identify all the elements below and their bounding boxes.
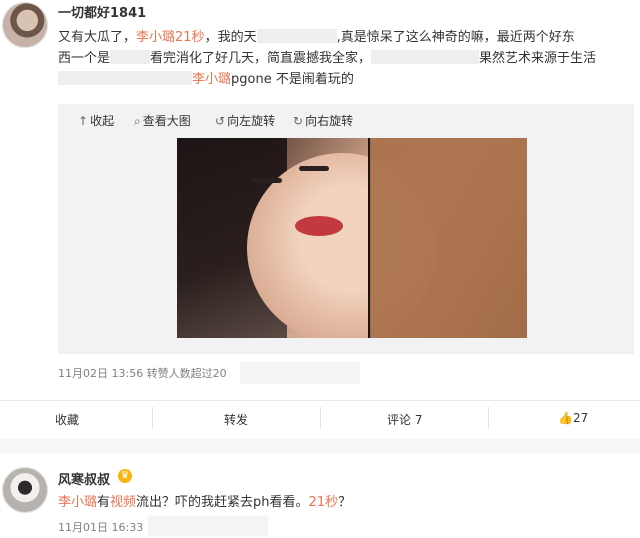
member-badge-icon: ♛ (118, 469, 132, 483)
rotate-right-label: 向右旋转 (305, 114, 354, 128)
post-text-segment: ，我的天 (204, 30, 257, 45)
highlight-link[interactable]: 李小璐 (58, 495, 97, 510)
redacted-block (256, 29, 337, 43)
comment-text-segment: 有 (97, 495, 111, 510)
divider (320, 407, 321, 429)
comment-text-segment: ？ (338, 495, 352, 510)
collapse-button[interactable]: ↑ 收起 (78, 112, 114, 129)
like-count: 27 (572, 411, 589, 425)
photo-eye (252, 178, 282, 183)
section-separator (0, 439, 640, 453)
commenter-username[interactable]: 风寒叔叔 (58, 469, 110, 488)
redacted-block (110, 50, 151, 64)
collapse-label: 收起 (90, 114, 115, 128)
highlight-link[interactable]: 李小璐21秒 (136, 30, 205, 45)
rotate-right-button[interactable]: ↻ 向右旋转 (293, 112, 353, 129)
highlight-link[interactable]: 视频 (110, 495, 136, 510)
divider (152, 407, 153, 429)
redacted-block (371, 50, 480, 64)
comment-button[interactable]: 评论 7 (387, 411, 422, 428)
photo-eye (299, 166, 329, 171)
post-text-segment: 果然艺术来源于生活 (479, 51, 597, 66)
comment-timestamp[interactable]: 11月01日 16:33 (58, 519, 143, 535)
redacted-block (240, 362, 360, 384)
post-text-segment: 又有大瓜了， (58, 30, 137, 45)
thumbs-up-icon: 👍 (558, 411, 573, 425)
photo-blur-overlay (370, 138, 527, 338)
post-text-segment: 西一个是 (58, 51, 111, 66)
post-text-segment: pgone 不是闹着玩的 (231, 72, 354, 87)
highlight-link[interactable]: 李小璐 (192, 72, 231, 87)
zoom-icon: ⌕ (134, 114, 141, 128)
highlight-link[interactable]: 21秒 (309, 495, 339, 510)
rotate-left-label: 向左旋转 (227, 114, 276, 128)
rotate-left-button[interactable]: ↺ 向左旋转 (215, 112, 275, 129)
post-timestamp[interactable]: 11月02日 13:56 转赞人数超过20 (58, 365, 227, 381)
favorite-button[interactable]: 收藏 (55, 411, 79, 428)
post-username[interactable]: 一切都好1841 (58, 2, 146, 21)
view-large-label: 查看大图 (142, 114, 191, 128)
redacted-block (148, 516, 268, 536)
view-large-button[interactable]: ⌕ 查看大图 (134, 112, 191, 129)
user-avatar[interactable] (2, 2, 48, 48)
post-text-segment: 看完消化了好几天，简直震撼我全家， (150, 51, 372, 66)
divider (488, 407, 489, 429)
comment-text-segment: 流出？吓的我赶紧去ph看看。 (136, 495, 309, 510)
collapse-icon: ↑ (78, 114, 89, 128)
commenter-avatar[interactable] (2, 467, 48, 513)
comment-text: 李小璐有视频流出？吓的我赶紧去ph看看。21秒？ (58, 493, 351, 513)
redacted-block (58, 71, 192, 85)
rotate-right-icon: ↻ (293, 114, 304, 128)
like-button[interactable]: 👍27 (558, 411, 588, 425)
photo-lips (295, 216, 343, 236)
post-photo[interactable] (177, 138, 527, 338)
post-text: 又有大瓜了，李小璐21秒，我的天 ,真是惊呆了这么神奇的嘛，最近两个好东 西一个是… (58, 27, 636, 90)
post-text-segment: ,真是惊呆了这么神奇的嘛，最近两个好东 (336, 30, 575, 45)
repost-button[interactable]: 转发 (224, 411, 248, 428)
rotate-left-icon: ↺ (215, 114, 226, 128)
